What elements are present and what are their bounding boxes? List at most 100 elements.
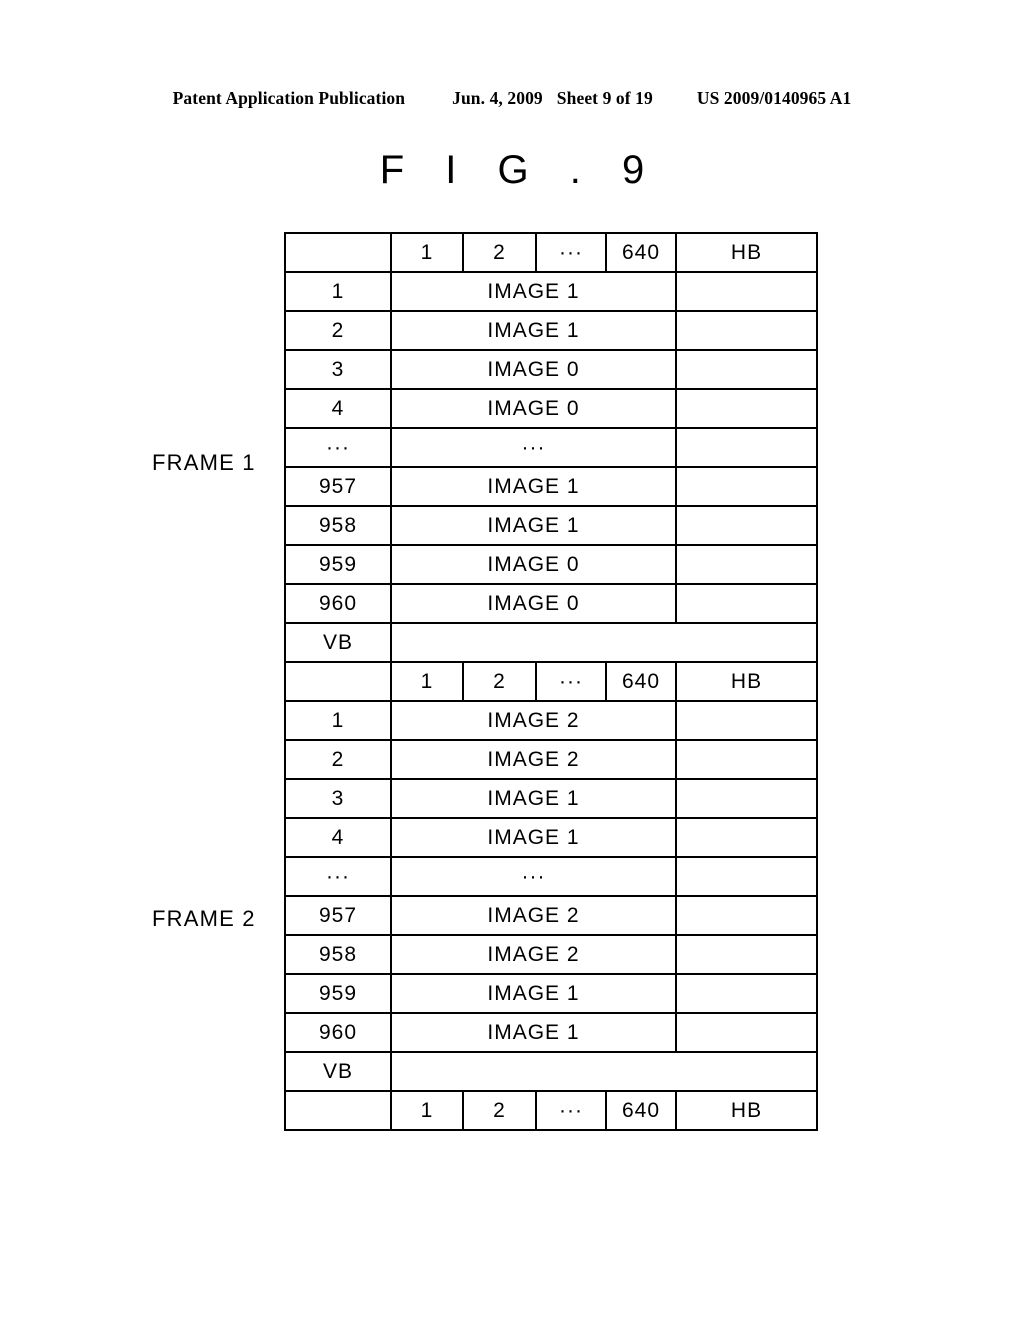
table-row: 958 IMAGE 1 [284,505,818,546]
row-index-cell: 958 [284,505,392,546]
header-cell-2: 2 [462,1090,537,1131]
row-image-cell: IMAGE 1 [390,466,677,507]
row-hb-cell [675,934,818,975]
row-image-cell: IMAGE 0 [390,544,677,585]
row-index-cell: 960 [284,583,392,624]
row-hb-cell [675,271,818,312]
table-row: 960 IMAGE 0 [284,583,818,624]
row-index-cell: 957 [284,895,392,936]
row-index-cell: 958 [284,934,392,975]
table-header-row: 1 2 ··· 640 HB [284,232,818,273]
row-image-cell: IMAGE 0 [390,583,677,624]
row-hb-cell [675,895,818,936]
row-image-cell: IMAGE 2 [390,700,677,741]
table-row-ellipsis: ··· ··· [284,856,818,897]
header-cell-blank [284,1090,392,1131]
row-image-cell: ··· [390,856,677,897]
header-cell-blank [284,232,392,273]
row-index-cell: 1 [284,700,392,741]
row-index-cell: ··· [284,427,392,468]
row-hb-cell [675,856,818,897]
header-cell-ellipsis: ··· [535,661,607,702]
patent-number-label: US 2009/0140965 A1 [696,88,852,108]
row-index-cell: 959 [284,973,392,1014]
row-hb-cell [675,739,818,780]
row-hb-cell [675,466,818,507]
row-image-cell: ··· [390,427,677,468]
row-image-cell: IMAGE 0 [390,349,677,390]
row-hb-cell [675,1012,818,1053]
header-cell-2: 2 [462,661,537,702]
header-cell-hb: HB [675,661,818,702]
row-image-cell: IMAGE 1 [390,1012,677,1053]
table-row-vb: VB [284,1051,818,1092]
row-index-cell-vb: VB [284,1051,392,1092]
row-hb-cell [675,388,818,429]
table-row: 958 IMAGE 2 [284,934,818,975]
row-vb-fill-cell [390,1051,818,1092]
row-image-cell: IMAGE 1 [390,505,677,546]
frame-2-label: FRAME 2 [152,906,256,931]
row-hb-cell [675,427,818,468]
table-row-ellipsis: ··· ··· [284,427,818,468]
row-index-cell: 4 [284,817,392,858]
table-row: 1 IMAGE 2 [284,700,818,741]
row-image-cell: IMAGE 2 [390,934,677,975]
header-cell-hb: HB [675,1090,818,1131]
header-cell-hb: HB [675,232,818,273]
table-row-vb: VB [284,622,818,663]
row-hb-cell [675,817,818,858]
header-cell-blank [284,661,392,702]
patent-sheet-label: Sheet 9 of 19 [556,88,653,108]
header-cell-ellipsis: ··· [535,1090,607,1131]
row-image-cell: IMAGE 2 [390,739,677,780]
row-image-cell: IMAGE 1 [390,817,677,858]
row-index-cell: ··· [284,856,392,897]
row-hb-cell [675,505,818,546]
header-cell-1: 1 [390,1090,464,1131]
table-row: 957 IMAGE 2 [284,895,818,936]
row-image-cell: IMAGE 1 [390,973,677,1014]
header-cell-640: 640 [605,232,677,273]
table-row: 957 IMAGE 1 [284,466,818,507]
row-index-cell: 1 [284,271,392,312]
table-row: 4 IMAGE 1 [284,817,818,858]
row-index-cell-vb: VB [284,622,392,663]
header-cell-1: 1 [390,661,464,702]
row-hb-cell [675,778,818,819]
row-hb-cell [675,349,818,390]
frame-1-label: FRAME 1 [152,450,256,475]
header-cell-640: 640 [605,1090,677,1131]
table-row: 959 IMAGE 1 [284,973,818,1014]
table-row: 3 IMAGE 0 [284,349,818,390]
row-image-cell: IMAGE 0 [390,388,677,429]
patent-publication-label: Patent Application Publication [172,88,406,108]
table-row: 3 IMAGE 1 [284,778,818,819]
patent-date-label: Jun. 4, 2009 [452,88,543,108]
row-image-cell: IMAGE 2 [390,895,677,936]
row-hb-cell [675,583,818,624]
figure-title: F I G . 9 [379,148,660,192]
table-header-row: 1 2 ··· 640 HB [284,661,818,702]
table-row: 1 IMAGE 1 [284,271,818,312]
row-hb-cell [675,310,818,351]
row-image-cell: IMAGE 1 [390,271,677,312]
table-row: 959 IMAGE 0 [284,544,818,585]
row-index-cell: 3 [284,349,392,390]
frame-timing-table: 1 2 ··· 640 HB 1 IMAGE 1 2 IMAGE 1 3 IMA… [284,232,818,1131]
header-cell-1: 1 [390,232,464,273]
row-index-cell: 959 [284,544,392,585]
row-index-cell: 957 [284,466,392,507]
row-image-cell: IMAGE 1 [390,310,677,351]
table-row: 2 IMAGE 2 [284,739,818,780]
table-row: 960 IMAGE 1 [284,1012,818,1053]
header-cell-ellipsis: ··· [535,232,607,273]
table-footer-header-row: 1 2 ··· 640 HB [284,1090,818,1131]
row-image-cell: IMAGE 1 [390,778,677,819]
row-hb-cell [675,544,818,585]
patent-header: Patent Application Publication Jun. 4, 2… [0,88,1024,109]
row-index-cell: 2 [284,310,392,351]
table-row: 4 IMAGE 0 [284,388,818,429]
row-index-cell: 3 [284,778,392,819]
row-index-cell: 4 [284,388,392,429]
